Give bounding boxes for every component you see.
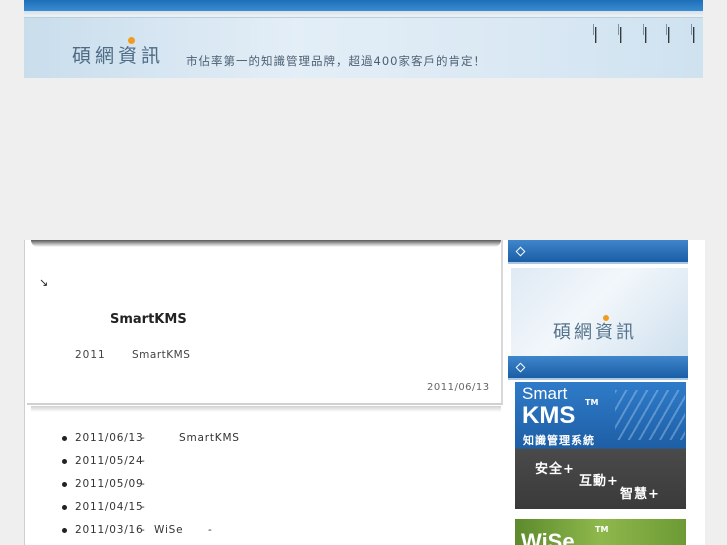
brand-logo[interactable]: 碩網資訊	[72, 41, 164, 68]
news-date: 2011/06/13	[75, 432, 144, 444]
wise-banner-text: WiSe	[521, 529, 575, 545]
news-date: 2011/05/24	[75, 455, 144, 467]
top-shadow	[31, 240, 501, 247]
banner-tag: 智慧+	[620, 487, 660, 502]
nav-separator: |	[666, 24, 672, 43]
content-area: ↘ SmartKMS 2011 SmartKMS 2011/06/13 2011…	[24, 240, 705, 545]
article-title[interactable]: SmartKMS	[110, 312, 187, 327]
wise-banner[interactable]: WiSe TM	[515, 519, 686, 545]
sidebar-logo-panel[interactable]: 碩網資訊	[511, 268, 688, 356]
nav-separator: |	[593, 24, 599, 43]
bullet-icon	[62, 528, 67, 533]
wise-banner-tm: TM	[595, 525, 609, 534]
brand-dot-icon	[603, 315, 609, 321]
article-date: 2011/06/13	[427, 382, 490, 393]
bullet-icon	[62, 482, 67, 487]
bullet-icon	[62, 459, 67, 464]
news-date: 2011/03/16	[75, 524, 144, 536]
banner-tag: 互動+	[579, 474, 619, 489]
news-dash: -	[141, 455, 146, 467]
brand-dot-icon	[128, 37, 135, 44]
sidebar-logo-text: 碩網資訊	[553, 322, 637, 343]
banner-tm: TM	[585, 398, 599, 407]
diamond-icon	[515, 246, 526, 257]
top-bar-fade	[24, 11, 703, 16]
bullet-icon	[62, 436, 67, 441]
nav-separator: |	[618, 24, 624, 43]
banner-decoration	[615, 390, 685, 440]
banner-tag: 安全+	[535, 462, 575, 477]
diamond-icon	[515, 362, 526, 373]
banner-kms: KMS	[522, 402, 576, 429]
top-bar	[24, 0, 703, 11]
news-title[interactable]: WiSe	[154, 524, 183, 536]
smartkms-banner[interactable]: Smart KMS TM 知識管理系統 安全+ 互動+ 智慧+	[515, 382, 686, 509]
news-dash: -	[141, 524, 146, 536]
news-dash: -	[208, 524, 213, 536]
nav-separator: |	[691, 24, 697, 43]
banner-smart: Smart	[522, 384, 568, 403]
banner-subtitle: 知識管理系統	[523, 434, 595, 447]
sidebar: 碩網資訊 Smart KMS TM 知識管理系統 安全+ 互動+ 智慧+ WiS…	[506, 240, 705, 545]
sidebar-header	[508, 356, 688, 380]
news-date: 2011/05/09	[75, 478, 144, 490]
main-column: ↘ SmartKMS 2011 SmartKMS 2011/06/13 2011…	[25, 240, 503, 545]
bullet-icon	[62, 505, 67, 510]
article-year: 2011	[75, 349, 106, 361]
arrow-down-right-icon: ↘	[39, 276, 49, 289]
sidebar-header	[508, 240, 688, 264]
news-dash: -	[141, 501, 146, 513]
news-title[interactable]: SmartKMS	[179, 432, 240, 444]
box-shadow	[31, 406, 501, 412]
header-slogan: 市佔率第一的知識管理品牌，超過400家客戶的肯定！	[186, 54, 486, 68]
article-product: SmartKMS	[132, 349, 191, 361]
nav-separator: |	[643, 24, 649, 43]
featured-article: ↘ SmartKMS 2011 SmartKMS 2011/06/13	[27, 240, 503, 405]
news-date: 2011/04/15	[75, 501, 144, 513]
news-dash: -	[141, 478, 146, 490]
header-banner: | | | | | 碩網資訊 市佔率第一的知識管理品牌，超過400家客戶的肯定！	[24, 17, 703, 78]
news-dash: -	[141, 432, 146, 444]
